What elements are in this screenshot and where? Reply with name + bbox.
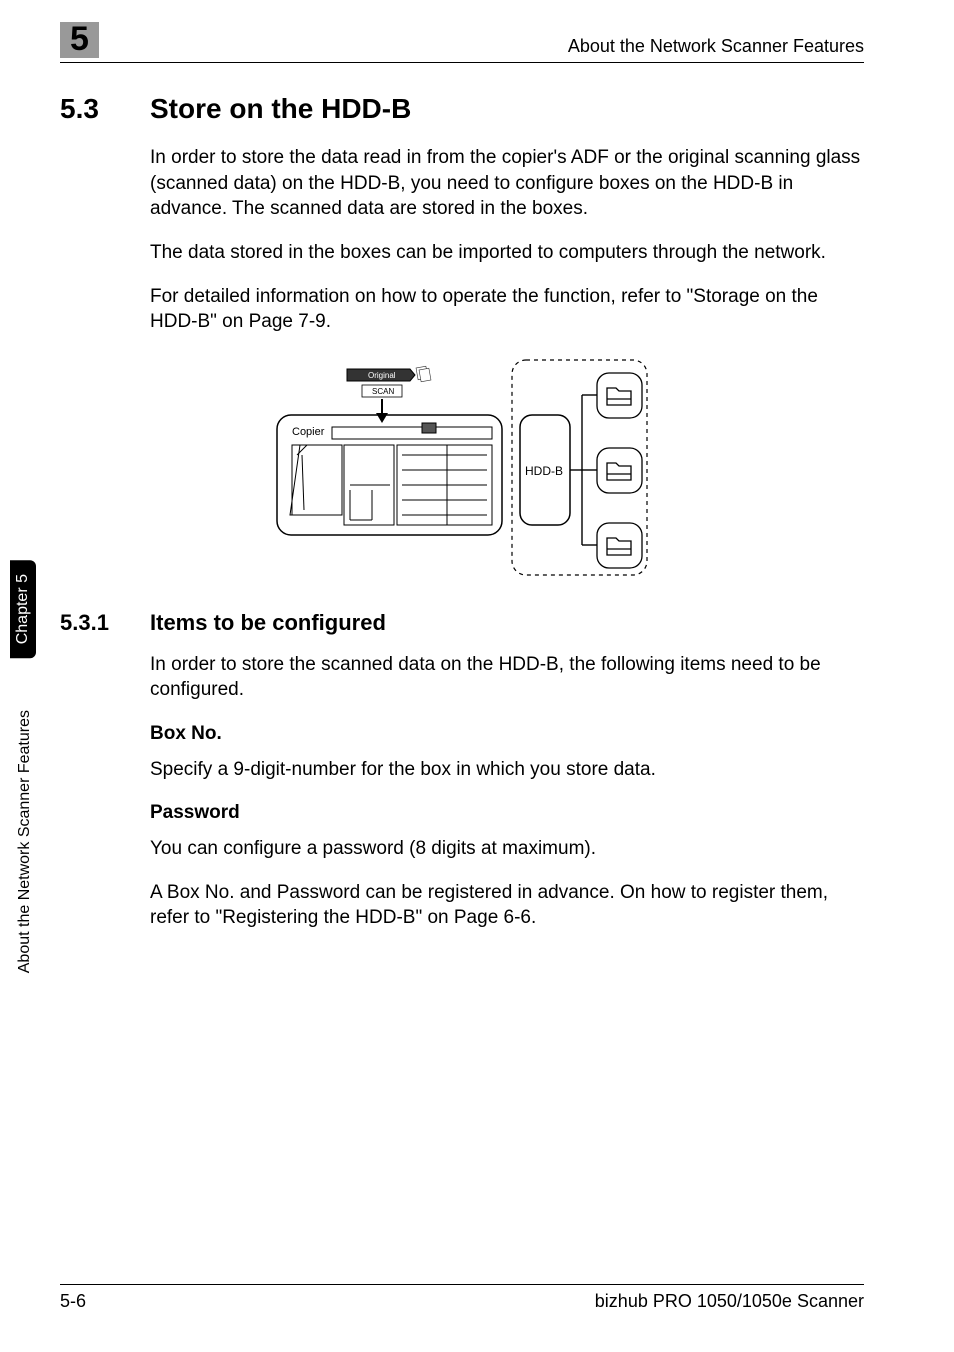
side-label-chapter-title: About the Network Scanner Features — [14, 700, 36, 983]
page-container: 5 About the Network Scanner Features 5.3… — [0, 0, 954, 1352]
subsection-intro: In order to store the scanned data on th… — [150, 652, 864, 703]
password-heading: Password — [150, 800, 864, 826]
copier-label: Copier — [292, 426, 325, 438]
paragraph-intro: In order to store the data read in from … — [150, 145, 864, 222]
footer-product-name: bizhub PRO 1050/1050e Scanner — [595, 1291, 864, 1312]
body-text-block: In order to store the data read in from … — [150, 145, 864, 335]
folder-icon-1 — [597, 373, 642, 418]
footer-page-number: 5-6 — [60, 1291, 86, 1312]
folder-icon-2 — [597, 448, 642, 493]
paragraph-import: The data stored in the boxes can be impo… — [150, 240, 864, 266]
down-arrowhead-icon — [376, 413, 388, 423]
box-no-heading: Box No. — [150, 721, 864, 747]
hddb-label: HDD-B — [525, 464, 563, 478]
page-header: 5 About the Network Scanner Features — [60, 30, 864, 63]
subsection-number: 5.3.1 — [60, 610, 150, 636]
page-footer: 5-6 bizhub PRO 1050/1050e Scanner — [60, 1284, 864, 1312]
section-number: 5.3 — [60, 93, 150, 125]
subsection-heading: 5.3.1 Items to be configured — [60, 610, 864, 636]
box-no-text: Specify a 9-digit-number for the box in … — [150, 757, 864, 783]
hddb-flow-diagram: Copier Original SCAN — [272, 355, 652, 580]
register-reference-text: A Box No. and Password can be registered… — [150, 880, 864, 931]
subsection-body: In order to store the scanned data on th… — [150, 652, 864, 931]
paragraph-reference: For detailed information on how to opera… — [150, 284, 864, 335]
diagram-container: Copier Original SCAN — [60, 355, 864, 580]
chapter-number-box: 5 — [60, 22, 99, 58]
folder-icon-3 — [597, 523, 642, 568]
password-text: You can configure a password (8 digits a… — [150, 836, 864, 862]
running-header-title: About the Network Scanner Features — [568, 36, 864, 57]
copier-machine-icon — [290, 423, 492, 525]
section-heading: 5.3 Store on the HDD-B — [60, 93, 864, 125]
original-label-group: Original — [347, 366, 431, 382]
subsection-title: Items to be configured — [150, 610, 386, 636]
scan-label: SCAN — [372, 387, 394, 396]
section-title: Store on the HDD-B — [150, 93, 411, 125]
side-tab-chapter: Chapter 5 — [10, 560, 36, 658]
original-label: Original — [368, 371, 396, 380]
